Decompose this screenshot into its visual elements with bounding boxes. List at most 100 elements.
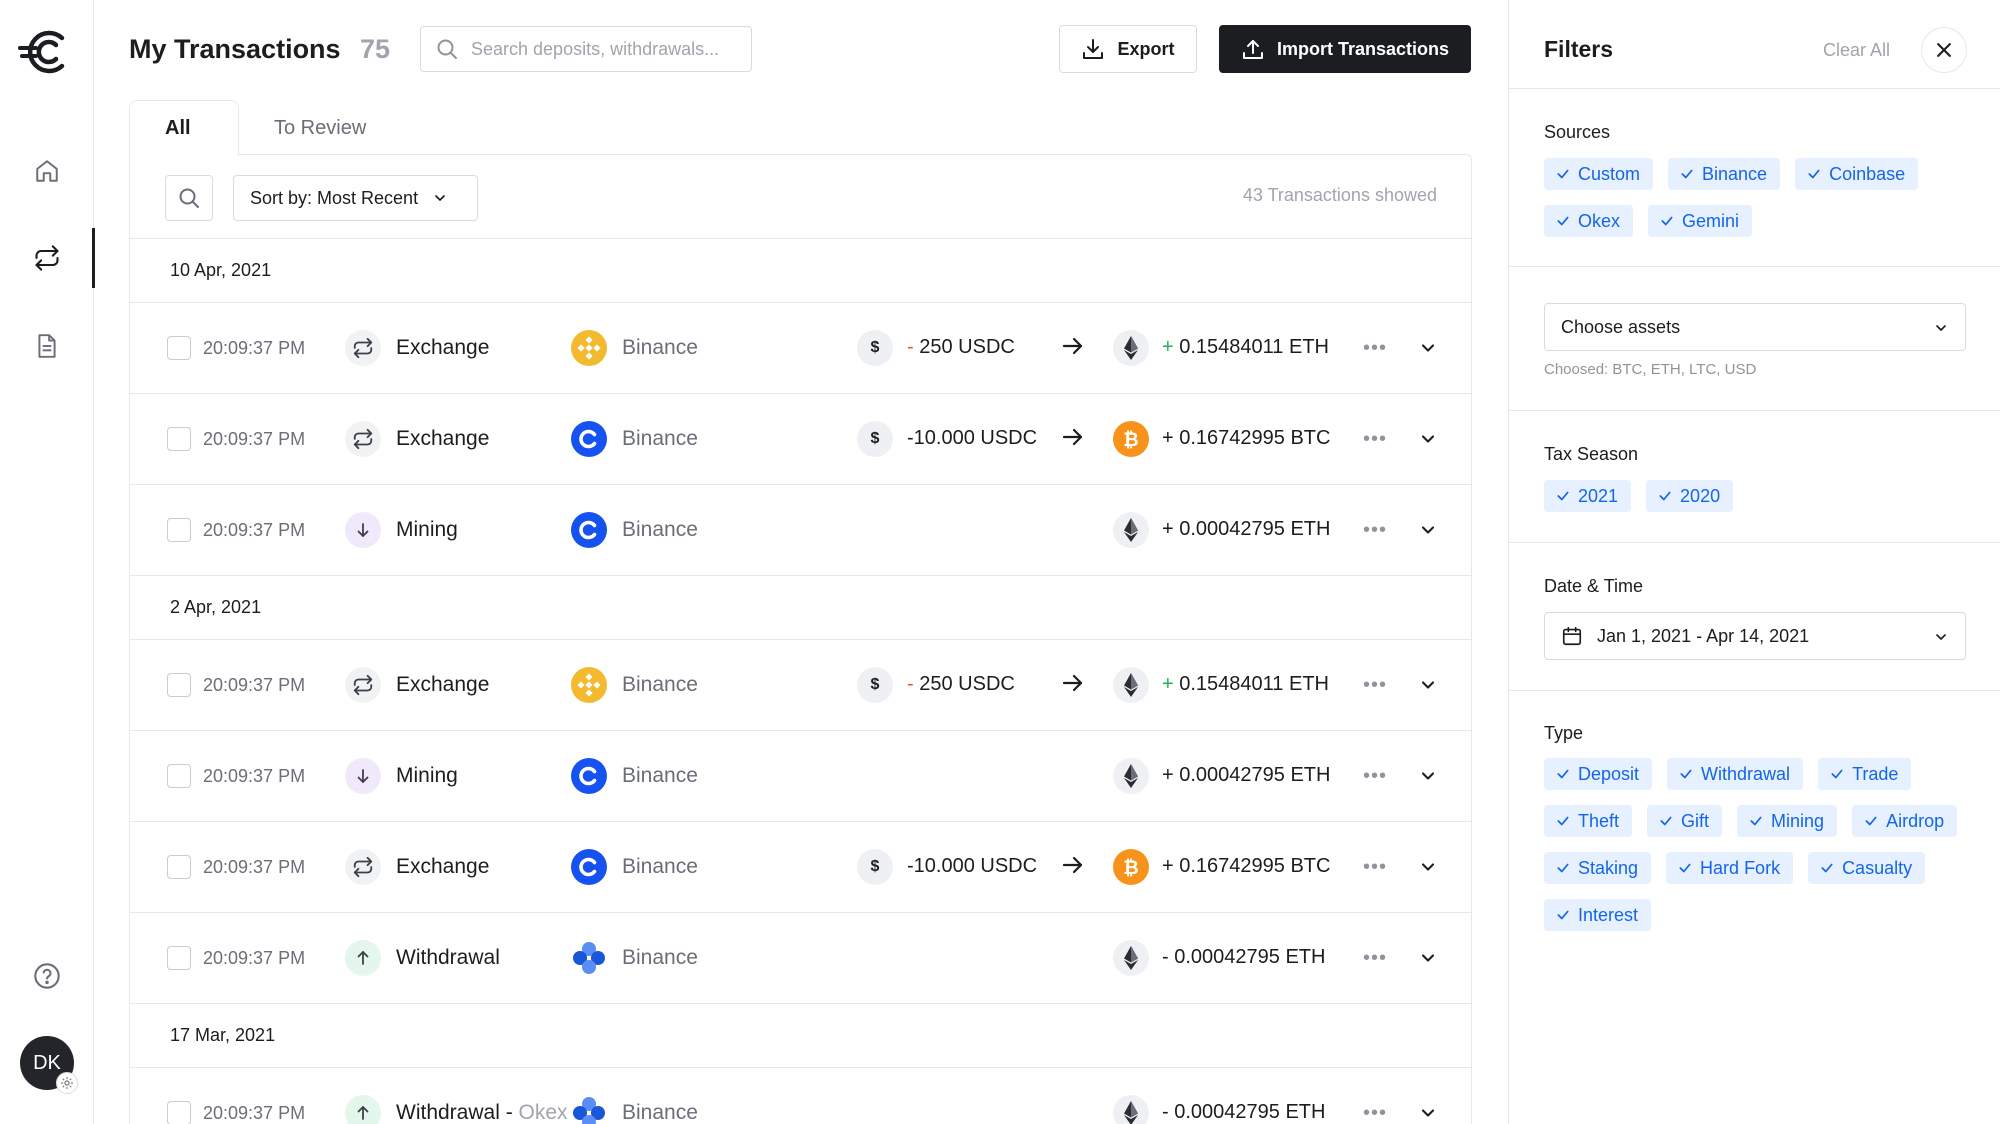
date-range-select[interactable]: Jan 1, 2021 - Apr 14, 2021 — [1544, 612, 1966, 660]
source-chip[interactable]: Okex — [1544, 205, 1634, 237]
more-options-icon[interactable]: ••• — [1363, 428, 1387, 451]
chip-label: Okex — [1578, 210, 1621, 231]
type-chip[interactable]: Staking — [1544, 852, 1652, 884]
expand-row-chevron-icon[interactable] — [1418, 766, 1438, 792]
transaction-row[interactable]: 20:09:37 PM Mining Binance + 0.00042795 ETH… — [130, 485, 1471, 576]
more-options-icon[interactable]: ••• — [1363, 856, 1387, 879]
type-chip[interactable]: Gift — [1647, 805, 1723, 837]
row-checkbox[interactable] — [167, 855, 191, 879]
transaction-row[interactable]: 20:09:37 PM Exchange Binance $ - 250 USDC + 0… — [130, 303, 1471, 394]
source-chip[interactable]: Coinbase — [1795, 158, 1919, 190]
clear-all-button[interactable]: Clear All — [1823, 40, 1890, 61]
tax-season-chip[interactable]: 2020 — [1646, 480, 1734, 512]
type-chip[interactable]: Trade — [1818, 758, 1912, 790]
outgoing-amount: -10.000 USDC — [907, 427, 1037, 450]
transaction-row[interactable]: 20:09:37 PM Mining Binance + 0.00042795 ETH… — [130, 731, 1471, 822]
expand-row-chevron-icon[interactable] — [1418, 520, 1438, 546]
dollar-icon: $ — [857, 849, 893, 885]
row-checkbox[interactable] — [167, 1101, 191, 1124]
check-icon — [1807, 167, 1821, 181]
transaction-row[interactable]: 20:09:37 PM Exchange Binance $ -10.000 USDC ₿… — [130, 394, 1471, 485]
more-options-icon[interactable]: ••• — [1363, 519, 1387, 542]
filters-title: Filters — [1544, 36, 1614, 62]
row-checkbox[interactable] — [167, 673, 191, 697]
user-avatar[interactable]: DK — [20, 1036, 78, 1094]
amount-value: + 0.16742995 BTC — [1162, 427, 1331, 449]
eth-icon — [1113, 512, 1149, 548]
type-chip[interactable]: Theft — [1544, 805, 1633, 837]
type-chip[interactable]: Airdrop — [1852, 805, 1958, 837]
tab-to-review[interactable]: To Review — [274, 100, 366, 156]
search-box[interactable] — [420, 26, 752, 72]
choose-assets-label: Choose assets — [1561, 316, 1681, 337]
expand-row-chevron-icon[interactable] — [1418, 948, 1438, 974]
source-chip[interactable]: Binance — [1668, 158, 1781, 190]
row-checkbox[interactable] — [167, 764, 191, 788]
expand-row-chevron-icon[interactable] — [1418, 338, 1438, 364]
nav-home[interactable] — [0, 141, 94, 201]
type-text: Exchange — [396, 427, 490, 450]
list-search-button[interactable] — [165, 175, 213, 221]
incoming-amount: - 0.00042795 ETH — [1162, 1101, 1325, 1124]
settings-gear-icon[interactable] — [56, 1072, 78, 1094]
import-transactions-button[interactable]: Import Transactions — [1219, 25, 1471, 73]
more-options-icon[interactable]: ••• — [1363, 337, 1387, 360]
row-checkbox[interactable] — [167, 518, 191, 542]
more-options-icon[interactable]: ••• — [1363, 765, 1387, 788]
type-chip[interactable]: Deposit — [1544, 758, 1653, 790]
type-chip[interactable]: Hard Fork — [1666, 852, 1794, 884]
transaction-type: Exchange — [396, 673, 489, 697]
close-filters-button[interactable] — [1921, 27, 1967, 73]
search-input[interactable] — [471, 38, 741, 60]
arrow-right-icon — [1061, 853, 1085, 883]
more-options-icon[interactable]: ••• — [1363, 947, 1387, 970]
divider — [1509, 690, 2000, 691]
blue-dots-icon — [571, 1095, 607, 1124]
transaction-row[interactable]: 20:09:37 PM Exchange Binance $ -10.000 USDC ₿… — [130, 822, 1471, 913]
date-time-label: Date & Time — [1544, 576, 1644, 596]
row-checkbox[interactable] — [167, 427, 191, 451]
type-chip[interactable]: Mining — [1737, 805, 1838, 837]
check-icon — [1820, 861, 1834, 875]
check-icon — [1830, 767, 1844, 781]
type-chip[interactable]: Casualty — [1808, 852, 1926, 884]
check-icon — [1864, 814, 1878, 828]
expand-row-chevron-icon[interactable] — [1418, 857, 1438, 883]
expand-row-chevron-icon[interactable] — [1418, 1103, 1438, 1124]
group-date: 2 Apr, 2021 — [170, 597, 262, 617]
transaction-type: Exchange — [396, 336, 489, 360]
transaction-type: Exchange — [396, 855, 489, 879]
nav-transactions[interactable] — [0, 228, 95, 288]
chip-label: Staking — [1578, 857, 1639, 878]
sort-dropdown[interactable]: Sort by: Most Recent — [233, 175, 478, 221]
type-chip[interactable]: Interest — [1544, 899, 1652, 931]
type-text: Exchange — [396, 855, 490, 878]
type-text: Mining — [396, 518, 458, 541]
choose-assets-select[interactable]: Choose assets — [1544, 303, 1966, 351]
transaction-row[interactable]: 20:09:37 PM Withdrawal Binance - 0.00042795… — [130, 913, 1471, 1004]
more-options-icon[interactable]: ••• — [1363, 1102, 1387, 1124]
more-options-icon[interactable]: ••• — [1363, 674, 1387, 697]
nav-documents[interactable] — [0, 316, 94, 376]
tab-all[interactable]: All — [129, 100, 239, 156]
row-checkbox[interactable] — [167, 336, 191, 360]
divider — [1509, 88, 2000, 89]
source-chip[interactable]: Custom — [1544, 158, 1654, 190]
check-icon — [1556, 767, 1570, 781]
transaction-source: Binance — [622, 336, 698, 359]
date-group-header: 10 Apr, 2021 — [130, 239, 1471, 303]
expand-row-chevron-icon[interactable] — [1418, 675, 1438, 701]
export-button[interactable]: Export — [1059, 25, 1197, 73]
source-chip[interactable]: Gemini — [1648, 205, 1753, 237]
app-logo[interactable] — [18, 28, 70, 76]
tax-season-chip[interactable]: 2021 — [1544, 480, 1632, 512]
transaction-time: 20:09:37 PM — [203, 857, 306, 877]
row-checkbox[interactable] — [167, 946, 191, 970]
check-icon — [1749, 814, 1763, 828]
nav-help[interactable] — [0, 946, 94, 1006]
type-chip[interactable]: Withdrawal — [1667, 758, 1804, 790]
arrow-right-icon — [1061, 425, 1085, 455]
transaction-row[interactable]: 20:09:37 PM Exchange Binance $ - 250 USDC + 0… — [130, 640, 1471, 731]
expand-row-chevron-icon[interactable] — [1418, 429, 1438, 455]
transaction-row[interactable]: 20:09:37 PM Withdrawal - Okex Binance - 0.0… — [130, 1068, 1471, 1124]
